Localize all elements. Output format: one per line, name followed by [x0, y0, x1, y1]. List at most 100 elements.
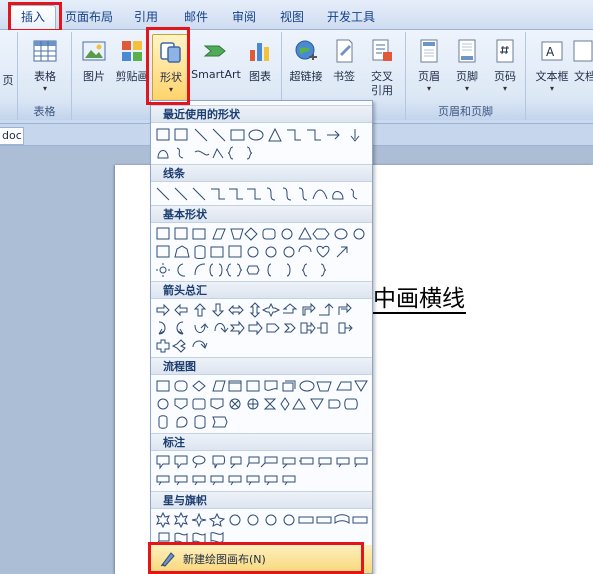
shapes-dropdown: 最近使用的形状 线条 基本形状 箭头总汇 流程图 标注 星与旗帜 新建绘图画布(…: [150, 100, 373, 574]
stars-banners-row-1[interactable]: [155, 511, 370, 529]
smartart-button[interactable]: SmartArt: [190, 34, 242, 102]
section-flowchart: 流程图: [151, 357, 372, 375]
shapes-button[interactable]: 形状 ▾: [152, 34, 190, 102]
header-button[interactable]: 页眉 ▾: [410, 34, 448, 102]
flowchart-row-1[interactable]: [155, 377, 370, 395]
block-arrows-icon: [156, 339, 208, 353]
chart-button-label: 图表: [249, 70, 271, 83]
chevron-down-icon: ▾: [426, 84, 431, 93]
chevron-down-icon: ▾: [464, 84, 469, 93]
shapes-button-label: 形状: [160, 71, 182, 84]
footer-button[interactable]: 页脚 ▾: [448, 34, 486, 102]
callouts-row-1[interactable]: [155, 453, 370, 471]
flowchart-shapes-icon: [157, 397, 358, 411]
clipart-button[interactable]: 剪贴画: [114, 34, 150, 102]
basic-shapes-row-1[interactable]: [155, 225, 370, 243]
tab-view[interactable]: 视图: [272, 6, 312, 28]
textbox-icon: A: [541, 41, 563, 61]
line-shapes-icon: [156, 187, 358, 201]
section-callouts: 标注: [151, 433, 372, 451]
basic-shapes-icon: [156, 226, 365, 241]
tab-page-layout[interactable]: 页面布局: [62, 6, 116, 28]
new-drawing-canvas-item[interactable]: 新建绘图画布(N): [151, 545, 372, 573]
ribbon-tab-strip: 插入 页面布局 引用 邮件 审阅 视图 开发工具: [0, 0, 593, 31]
page-number-button-label: 页码: [494, 70, 516, 83]
block-arrows-row-3[interactable]: [155, 337, 370, 355]
page-button-label: 页: [2, 74, 14, 87]
group-header-footer-label: 页眉和页脚: [406, 104, 525, 120]
flowchart-row-3[interactable]: [155, 413, 370, 431]
picture-button[interactable]: 图片: [74, 34, 114, 102]
basic-shapes-icon: [156, 245, 348, 259]
header-icon: [420, 39, 438, 63]
table-button[interactable]: 表格 ▾: [24, 34, 66, 102]
document-parts-button[interactable]: 文档: [572, 34, 593, 102]
basic-shapes-row-3[interactable]: [155, 261, 370, 279]
drawing-canvas-icon: [160, 552, 175, 567]
picture-button-label: 图片: [83, 70, 105, 83]
document-tab[interactable]: doc: [0, 127, 24, 145]
tab-insert[interactable]: 插入: [10, 5, 56, 31]
cross-reference-button[interactable]: 交叉 引用: [362, 34, 402, 102]
bookmark-button-label: 书签: [333, 70, 355, 83]
footer-icon: [458, 39, 476, 63]
section-recent-shapes: 最近使用的形状: [151, 105, 372, 123]
document-text[interactable]: 中画横线: [373, 286, 466, 314]
flowchart-row-2[interactable]: [155, 395, 370, 413]
callout-shapes-icon: [156, 475, 296, 486]
table-button-label: 表格: [34, 70, 56, 83]
globe-link-icon: [295, 40, 317, 60]
recent-shapes-icon: [157, 146, 253, 160]
block-arrows-row-2[interactable]: [155, 319, 370, 337]
cross-reference-icon: [372, 39, 392, 61]
section-basic-shapes: 基本形状: [151, 205, 372, 223]
block-arrows-row-1[interactable]: [155, 301, 370, 319]
callouts-row-2[interactable]: [155, 471, 370, 489]
recent-shapes-icon: [156, 127, 360, 142]
callout-shapes-icon: [156, 455, 368, 470]
footer-button-label: 页脚: [456, 70, 478, 83]
flowchart-shapes-icon: [158, 415, 228, 429]
star-shapes-icon: [156, 511, 368, 529]
lines-row[interactable]: [155, 185, 370, 203]
smartart-button-label: SmartArt: [191, 68, 241, 81]
hyperlink-button[interactable]: 超链接: [286, 34, 326, 102]
group-tables: 表格 ▾ 表格: [18, 32, 72, 120]
new-drawing-canvas-label: 新建绘图画布(N): [183, 553, 266, 566]
tab-developer[interactable]: 开发工具: [322, 6, 380, 28]
chart-button[interactable]: 图表: [242, 34, 278, 102]
table-icon: [33, 40, 57, 62]
clipart-icon: [122, 41, 142, 61]
page-number-icon: [496, 39, 514, 63]
document-parts-label: 文档: [574, 70, 593, 83]
shapes-icon: [160, 42, 181, 63]
chart-icon: [250, 43, 269, 61]
smartart-icon: [203, 45, 226, 57]
group-header-footer: 页眉 ▾ 页脚 ▾ 页码 ▾ 页眉和页脚: [406, 32, 526, 120]
section-block-arrows: 箭头总汇: [151, 281, 372, 299]
basic-shapes-icon: [156, 263, 327, 277]
tab-references[interactable]: 引用: [126, 6, 166, 28]
hyperlink-button-label: 超链接: [289, 70, 323, 83]
page-number-button[interactable]: 页码 ▾: [486, 34, 524, 102]
group-pages-label: [0, 104, 17, 120]
bookmark-button[interactable]: 书签: [326, 34, 362, 102]
cross-reference-label-2: 引用: [371, 84, 393, 97]
tab-mailings[interactable]: 邮件: [176, 6, 216, 28]
picture-icon: [82, 41, 106, 61]
flowchart-shapes-icon: [156, 380, 368, 392]
recent-shapes-row-2[interactable]: [155, 144, 370, 162]
chevron-down-icon: ▾: [502, 84, 507, 93]
group-tables-label: 表格: [18, 104, 71, 120]
textbox-button[interactable]: A 文本框 ▾: [532, 34, 572, 102]
basic-shapes-row-2[interactable]: [155, 243, 370, 261]
clipart-button-label: 剪贴画: [115, 70, 149, 83]
recent-shapes-row-1[interactable]: [155, 126, 370, 144]
bookmark-icon: [336, 39, 353, 63]
chevron-down-icon: ▾: [549, 84, 554, 93]
page-button[interactable]: 页: [0, 34, 16, 102]
tab-review[interactable]: 审阅: [224, 6, 264, 28]
chevron-down-icon: ▾: [42, 84, 47, 93]
textbox-button-label: 文本框: [535, 70, 569, 83]
chevron-down-icon: ▾: [168, 85, 173, 94]
